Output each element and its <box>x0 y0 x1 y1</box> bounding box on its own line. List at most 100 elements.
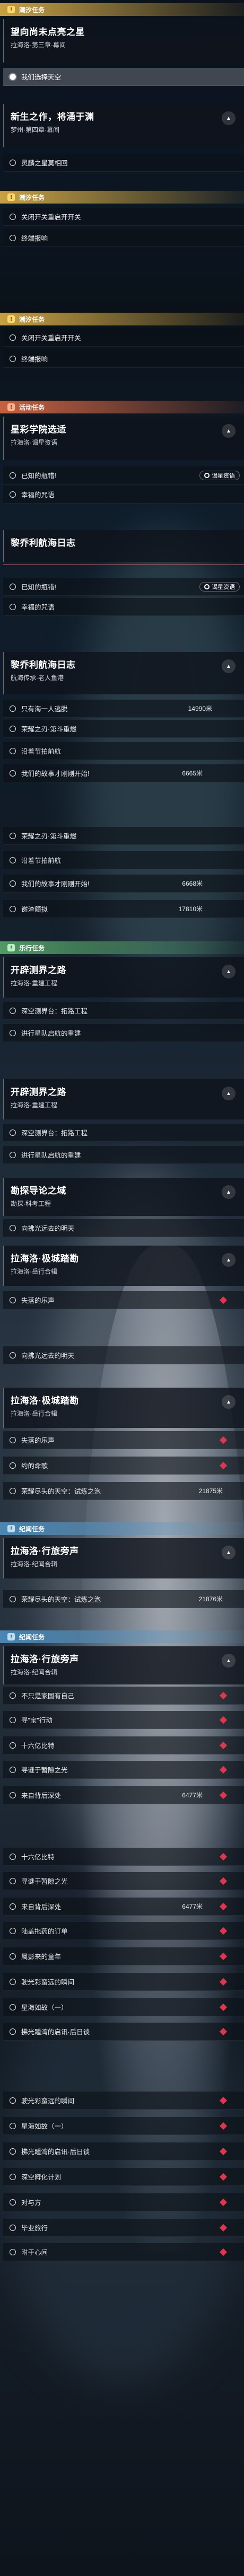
task-card[interactable]: 开辟测界之路 拉海洛·重建工程 ▲ <box>3 1079 244 1119</box>
red-diamond-icon <box>219 1791 228 1799</box>
task-card[interactable]: 望向尚未点亮之星 拉海洛·第三章·幕间 <box>3 19 244 63</box>
task-card[interactable]: 拉海洛·行旅旁声 拉海洛·纪闻合辑 ▲ <box>3 1646 244 1684</box>
task-card[interactable]: 勘探导论之域 勘探·科考工程 ▲ <box>3 1178 244 1216</box>
task-card[interactable]: 黎乔利航海日志 航海传承·老人鱼港 ▲ <box>3 652 244 694</box>
task-step[interactable]: 深空孵化计划 <box>3 2168 244 2186</box>
task-step[interactable]: 深空测界台：拓路工程 <box>3 1002 244 1020</box>
circle-icon <box>10 355 16 362</box>
task-step[interactable]: 终端报响 <box>3 350 244 368</box>
task-title: 开辟测界之路 <box>11 1087 66 1097</box>
task-step[interactable]: 进行星队启航的重建 <box>3 1146 244 1164</box>
task-step[interactable]: 幸福的咒语 <box>3 486 244 504</box>
task-step[interactable]: 向拂光远去的明天 <box>3 1219 244 1237</box>
task-card[interactable]: 黎乔利航海日志 <box>3 530 244 562</box>
circle-icon <box>10 603 16 610</box>
task-step[interactable]: 对与方 <box>3 2193 244 2211</box>
circle-icon <box>10 1927 16 1934</box>
circle-icon <box>10 2122 16 2129</box>
task-step[interactable]: 荣耀尽头的天空：试炼之泡 21876米 <box>3 1590 244 1608</box>
chevron-up-icon[interactable]: ▲ <box>222 1395 236 1409</box>
task-card[interactable]: 新生之作，将涌于渊 梦州·第四章·幕间 ▲ <box>3 104 244 147</box>
task-step[interactable]: 我们选择天空 <box>3 68 244 86</box>
red-diamond-icon <box>219 1691 228 1699</box>
task-step[interactable]: 幸福的咒语 <box>3 598 244 616</box>
task-step[interactable]: 关闭开关重启开开关 <box>3 329 244 347</box>
chevron-up-icon[interactable]: ▲ <box>222 659 236 673</box>
task-step[interactable]: 约的命歌 <box>3 1457 244 1475</box>
task-card[interactable]: 拉海洛·极城踏勘 拉海洛·岳行合辑 ▲ <box>3 1246 244 1286</box>
circle-icon <box>10 234 16 241</box>
task-step[interactable]: 失落的乐声 <box>3 1431 244 1449</box>
task-step[interactable]: 荣耀之刃·第斗重燃 <box>3 720 244 738</box>
task-card[interactable]: 星彩学院选适 拉海洛·谒星资语 ▲ <box>3 417 244 460</box>
task-step[interactable]: 我们的故事才刚刚开始! 6665米 <box>3 764 244 782</box>
chevron-up-icon[interactable]: ▲ <box>222 1546 236 1559</box>
task-step[interactable]: 向拂光远去的明天 <box>3 1346 244 1364</box>
red-diamond-icon <box>219 1978 228 1986</box>
task-step-label: 寻"宝"行动 <box>21 1717 53 1724</box>
circle-icon <box>10 2248 16 2255</box>
task-step[interactable]: 寻谜于暂隙之光 <box>3 1761 244 1779</box>
task-step[interactable]: 沿着节拍前航 <box>3 851 244 869</box>
task-step[interactable]: 荣耀尽头的天空：试炼之泡 21875米 <box>3 1482 244 1500</box>
task-step[interactable]: 进行星队启航的重建 <box>3 1024 244 1042</box>
circle-icon <box>10 1692 16 1699</box>
task-step[interactable]: 驶光彩蛮远的瞬间 <box>3 2092 244 2110</box>
task-step[interactable]: 拂光踵湾的启讯·后日谈 <box>3 2142 244 2160</box>
exclamation-icon: ! <box>7 6 15 13</box>
task-step[interactable]: 属彭来的童年 <box>3 1947 244 1965</box>
task-step[interactable]: 星海如故（一） <box>3 1998 244 2016</box>
task-step[interactable]: 十六亿比特 <box>3 1848 244 1866</box>
chevron-up-icon[interactable]: ▲ <box>222 1253 236 1267</box>
task-step[interactable]: 终端报响 <box>3 229 244 247</box>
task-step[interactable]: 十六亿比特 <box>3 1736 244 1754</box>
task-step[interactable]: 毕业旅行 <box>3 2219 244 2237</box>
circle-icon <box>10 1129 16 1136</box>
task-card[interactable]: 拉海洛·极城踏勘 拉海洛·岳行合辑 ▲ <box>3 1388 244 1428</box>
task-subtitle: 拉海洛·重建工程 <box>11 980 57 987</box>
circle-icon <box>10 1224 16 1231</box>
task-step[interactable]: 我们的故事才刚刚开始! 6668米 <box>3 875 244 893</box>
exclamation-icon: ! <box>7 1633 15 1640</box>
circle-icon <box>10 1716 16 1723</box>
task-step-label: 拂光踵湾的启讯·后日谈 <box>21 2148 90 2156</box>
task-step[interactable]: 驶光彩蛮远的瞬间 <box>3 1973 244 1991</box>
task-step[interactable]: 已知的瓶错! 谒星资语 <box>3 578 244 596</box>
chevron-up-icon[interactable]: ▲ <box>222 965 236 978</box>
task-card[interactable]: 开辟测界之路 拉海洛·重建工程 ▲ <box>3 957 244 998</box>
task-step[interactable]: 关闭开关重启开开关 <box>3 208 244 226</box>
task-card[interactable]: 拉海洛·行旅旁声 拉海洛·纪闻合辑 ▲ <box>3 1538 244 1578</box>
task-step[interactable]: 寻"宝"行动 <box>3 1711 244 1729</box>
task-step[interactable]: 来自背后深处 6477米 <box>3 1898 244 1916</box>
chevron-up-icon[interactable]: ▲ <box>222 1087 236 1100</box>
circle-icon <box>10 770 16 777</box>
circle-icon <box>10 747 16 754</box>
task-step[interactable]: 拂光踵湾的启讯·后日谈 <box>3 2023 244 2041</box>
task-step[interactable]: 只有海一人逃脱 14990米 <box>3 700 244 718</box>
chevron-up-icon[interactable]: ▲ <box>222 1654 236 1668</box>
task-step[interactable]: 荣耀之刃·第斗重燃 <box>3 827 244 845</box>
task-step[interactable]: 陆盖拖药的订单 <box>3 1922 244 1940</box>
chevron-up-icon[interactable]: ▲ <box>222 424 236 438</box>
task-step[interactable]: 失落的乐声 <box>3 1291 244 1309</box>
task-step[interactable]: 谢渣额拟 17810米 <box>3 900 244 918</box>
section-header-activity: ! 活动任务 <box>0 401 244 413</box>
chevron-up-icon[interactable]: ▲ <box>222 111 236 125</box>
task-step[interactable]: 来自背后深处 6477米 <box>3 1786 244 1804</box>
red-diamond-icon <box>219 2147 228 2155</box>
chevron-up-icon[interactable]: ▲ <box>222 1185 236 1199</box>
task-step[interactable]: 寻谜于暂隙之光 <box>3 1872 244 1890</box>
task-step[interactable]: 深空测界台：拓路工程 <box>3 1124 244 1142</box>
red-diamond-icon <box>219 2173 228 2181</box>
task-step[interactable]: 星海如故（一） <box>3 2117 244 2135</box>
task-step-label: 附于心间 <box>21 2249 48 2256</box>
circle-icon <box>10 2097 16 2104</box>
circle-icon <box>10 880 16 887</box>
task-subtitle: 梦州·第四章·幕间 <box>11 126 59 134</box>
task-step[interactable]: 附于心间 <box>3 2243 244 2261</box>
task-step[interactable]: 不只是家国有自己 <box>3 1687 244 1705</box>
task-step-label: 毕业旅行 <box>21 2225 48 2232</box>
task-step[interactable]: 灵麟之星莫相回 <box>3 154 244 172</box>
task-step[interactable]: 沿着节拍前航 <box>3 742 244 760</box>
task-step[interactable]: 已知的瓶错! 谒星资语 <box>3 466 244 484</box>
